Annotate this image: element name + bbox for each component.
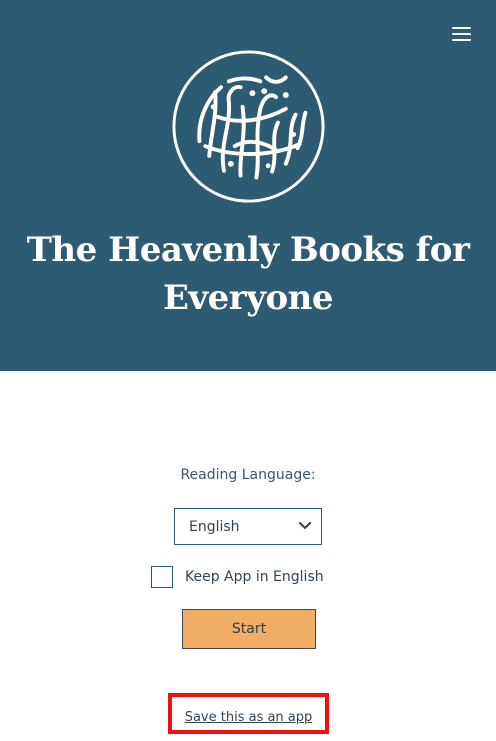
save-as-app-link[interactable]: Save this as an app [172, 709, 325, 726]
header-banner: The Heavenly Books for Everyone [0, 0, 496, 371]
chevron-down-icon [299, 522, 311, 529]
start-button[interactable]: Start [182, 609, 316, 649]
calligraphy-seal-logo [172, 50, 325, 203]
page-title: The Heavenly Books for Everyone [0, 226, 496, 322]
hamburger-menu-icon[interactable] [450, 24, 474, 44]
page-title-line-1: The Heavenly Books for [26, 230, 470, 270]
keep-english-checkbox[interactable] [151, 566, 173, 588]
reading-language-label: Reading Language: [180, 467, 316, 483]
reading-language-value: English [189, 519, 240, 535]
keep-english-label[interactable]: Keep App in English [185, 568, 324, 586]
page-title-line-2: Everyone [162, 278, 334, 318]
save-app-highlight: Save this as an app [168, 693, 329, 734]
reading-language-select[interactable]: English [174, 508, 322, 545]
